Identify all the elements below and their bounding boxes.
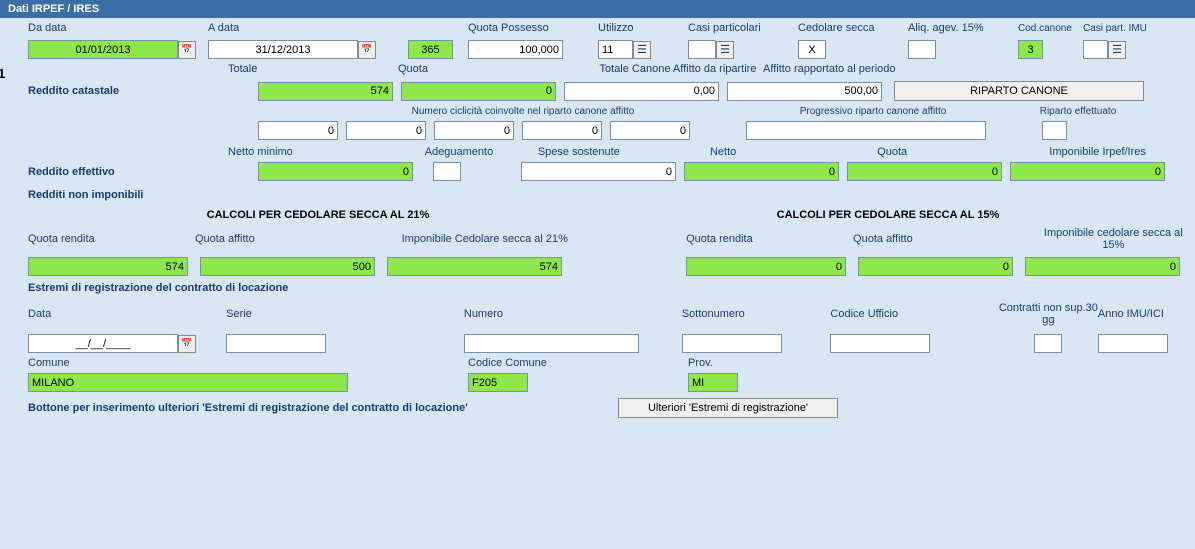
lbl-quota: Quota	[398, 63, 428, 75]
lbl-reg-sotton: Sottonumero	[682, 308, 745, 320]
calendar-icon[interactable]: 📅	[178, 335, 196, 353]
lbl-casi-part-imu: Casi part. IMU	[1083, 23, 1147, 34]
lbl-affitto-rapportato: Affitto rapportato al periodo	[763, 63, 896, 75]
lbl-quota2: Quota	[877, 146, 907, 158]
lbl-redditi-non-imp: Redditi non imponibili	[28, 189, 143, 201]
input-casi-part-imu[interactable]	[1083, 40, 1108, 59]
lbl-reg-cod-comune: Codice Comune	[468, 357, 547, 369]
input-c21-affitto[interactable]	[200, 257, 375, 276]
lbl-reg-anno: Anno IMU/ICI	[1098, 308, 1164, 320]
lbl-quota-affitto-15: Quota affitto	[853, 233, 913, 245]
input-reg-serie[interactable]	[226, 334, 326, 353]
input-re-adeg[interactable]	[433, 162, 461, 181]
lbl-imp-ced-15: Imponibile cedolare secca al 15%	[1044, 227, 1183, 251]
input-reg-numero[interactable]	[464, 334, 639, 353]
calendar-icon[interactable]: 📅	[178, 41, 196, 59]
input-cicl2[interactable]	[346, 121, 426, 140]
input-cod-canone[interactable]	[1018, 40, 1043, 59]
input-reg-data[interactable]	[28, 334, 178, 353]
lookup-icon[interactable]: ☰	[1108, 41, 1126, 59]
input-re-netto[interactable]	[684, 162, 839, 181]
lbl-casi-particolari: Casi particolari	[688, 22, 761, 34]
lbl-quota-rendita-15: Quota rendita	[686, 233, 753, 245]
input-c21-imp[interactable]	[387, 257, 562, 276]
input-reg-cod-comune[interactable]	[468, 373, 528, 392]
lbl-imp-ced-21: Imponibile Cedolare secca al 21%	[402, 233, 568, 245]
input-re-netto-min[interactable]	[258, 162, 413, 181]
input-cicl1[interactable]	[258, 121, 338, 140]
input-reg-contratti[interactable]	[1034, 334, 1062, 353]
input-reg-anno[interactable]	[1098, 334, 1168, 353]
lbl-reg-codice-uff: Codice Ufficio	[830, 308, 898, 320]
input-progressivo[interactable]	[746, 121, 986, 140]
lbl-reg-serie: Serie	[226, 308, 252, 320]
lbl-reddito-catastale: Reddito catastale	[28, 85, 119, 97]
panel-header: Dati IRPEF / IRES	[0, 0, 1195, 18]
input-cicl3[interactable]	[434, 121, 514, 140]
ulteriori-estremi-button[interactable]: Ulteriori 'Estremi di registrazione'	[618, 398, 838, 418]
lbl-da-data: Da data	[28, 22, 67, 34]
lbl-spese: Spese sostenute	[538, 146, 620, 158]
input-quota-possesso[interactable]	[468, 40, 563, 59]
input-c15-affitto[interactable]	[858, 257, 1013, 276]
lbl-num-ciclicita: Numero ciclicità coinvolte nel riparto c…	[412, 106, 635, 117]
input-re-spese[interactable]	[521, 162, 676, 181]
lbl-riparto-eff: Riparto effettuato	[1040, 106, 1117, 117]
input-reg-prov[interactable]	[688, 373, 738, 392]
lbl-reg-data: Data	[28, 308, 51, 320]
lbl-quota-affitto-21: Quota affitto	[195, 233, 255, 245]
input-cicl4[interactable]	[522, 121, 602, 140]
input-re-imponibile[interactable]	[1010, 162, 1165, 181]
row-number: 1	[0, 66, 5, 81]
calendar-icon[interactable]: 📅	[358, 41, 376, 59]
lbl-imponibile-irpef: Imponibile Irpef/Ires	[1049, 146, 1146, 158]
input-cicl5[interactable]	[610, 121, 690, 140]
lbl-quota-rendita-21: Quota rendita	[28, 233, 95, 245]
lbl-utilizzo: Utilizzo	[598, 22, 633, 34]
lbl-reg-numero: Numero	[464, 308, 503, 320]
lbl-calc-21: CALCOLI PER CEDOLARE SECCA AL 21%	[207, 209, 430, 221]
input-c21-rendita[interactable]	[28, 257, 188, 276]
lbl-netto: Netto	[710, 146, 736, 158]
lbl-estremi: Estremi di registrazione del contratto d…	[28, 280, 1187, 296]
input-da-data[interactable]	[28, 40, 178, 59]
lbl-cod-canone: Cod.canone	[1018, 23, 1072, 34]
lookup-icon[interactable]: ☰	[633, 41, 651, 59]
riparto-canone-button[interactable]: RIPARTO CANONE	[894, 81, 1144, 101]
input-casi-particolari[interactable]	[688, 40, 716, 59]
input-c15-imp[interactable]	[1025, 257, 1180, 276]
lbl-reddito-effettivo: Reddito effettivo	[28, 166, 115, 178]
panel-title: Dati IRPEF / IRES	[8, 3, 99, 15]
input-reg-sotton[interactable]	[682, 334, 782, 353]
lbl-a-data: A data	[208, 22, 239, 34]
lbl-calc-15: CALCOLI PER CEDOLARE SECCA AL 15%	[777, 209, 1000, 221]
input-re-quota[interactable]	[847, 162, 1002, 181]
lbl-progressivo: Progressivo riparto canone affitto	[800, 106, 947, 117]
input-a-data[interactable]	[208, 40, 358, 59]
input-giorni[interactable]	[408, 40, 453, 59]
input-reg-comune[interactable]	[28, 373, 348, 392]
input-c15-rendita[interactable]	[686, 257, 846, 276]
input-utilizzo[interactable]	[598, 40, 633, 59]
lbl-totale: Totale	[228, 63, 257, 75]
input-rc-quota[interactable]	[401, 82, 556, 101]
input-cedolare-secca[interactable]	[798, 40, 826, 59]
input-rc-totale[interactable]	[258, 82, 393, 101]
input-reg-cod-uff[interactable]	[830, 334, 930, 353]
lbl-adeguamento: Adeguamento	[425, 146, 494, 158]
lbl-netto-minimo: Netto minimo	[228, 146, 293, 158]
lbl-bottone-ult: Bottone per inserimento ulteriori 'Estre…	[28, 402, 468, 414]
lbl-reg-contratti: Contratti non sup.30 gg	[999, 302, 1098, 326]
lbl-reg-prov: Prov.	[688, 357, 713, 369]
input-riparto-eff[interactable]	[1042, 121, 1067, 140]
lbl-tot-canone: Totale Canone Affitto da ripartire	[600, 63, 757, 75]
lookup-icon[interactable]: ☰	[716, 41, 734, 59]
input-aliq-agev[interactable]	[908, 40, 936, 59]
input-affitto-rapportato[interactable]	[727, 82, 882, 101]
lbl-cedolare-secca: Cedolare secca	[798, 22, 874, 34]
input-tot-canone[interactable]	[564, 82, 719, 101]
lbl-aliq-agev: Aliq. agev. 15%	[908, 22, 984, 34]
lbl-reg-comune: Comune	[28, 357, 70, 369]
lbl-quota-possesso: Quota Possesso	[468, 22, 549, 34]
